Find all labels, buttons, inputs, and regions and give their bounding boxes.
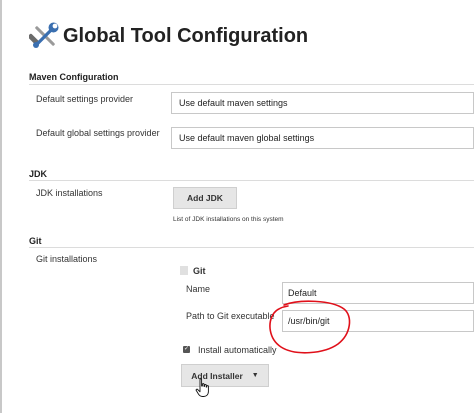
maven-section-header: Maven Configuration: [29, 72, 119, 82]
jdk-section-divider: [29, 180, 474, 181]
git-name-label: Name: [186, 284, 211, 294]
jdk-section-header: JDK: [29, 169, 48, 179]
global-settings-value: Use default maven global settings: [179, 133, 315, 143]
install-automatically-checkbox[interactable]: ✓: [183, 346, 190, 353]
maven-section-divider: [29, 84, 474, 85]
drag-handle[interactable]: [180, 266, 188, 275]
left-border: [0, 0, 2, 413]
annotation-circle: [269, 300, 351, 354]
page-header: Global Tool Configuration: [29, 18, 308, 54]
jdk-help-text: List of JDK installations on this system: [173, 216, 284, 223]
global-settings-select[interactable]: Use default maven global settings: [171, 127, 474, 149]
page-title: Global Tool Configuration: [63, 24, 309, 47]
check-icon: ✓: [183, 346, 190, 352]
global-settings-label: Default global settings provider: [36, 128, 160, 138]
default-settings-select[interactable]: Use default maven settings: [171, 92, 474, 114]
git-installations-label: Git installations: [36, 254, 98, 264]
default-settings-label: Default settings provider: [36, 94, 134, 104]
tools-icon: [29, 22, 59, 48]
add-jdk-button[interactable]: Add JDK: [173, 187, 237, 209]
git-section-header: Git: [29, 236, 42, 246]
git-section-divider: [29, 247, 474, 248]
git-name-value: Default: [288, 288, 317, 298]
git-path-label: Path to Git executable: [186, 311, 275, 321]
default-settings-value: Use default maven settings: [179, 98, 288, 108]
git-item-title: Git: [193, 266, 206, 276]
jdk-installations-label: JDK installations: [36, 188, 103, 198]
chevron-down-icon: ▼: [251, 372, 259, 379]
hand-cursor-icon: [195, 378, 209, 397]
